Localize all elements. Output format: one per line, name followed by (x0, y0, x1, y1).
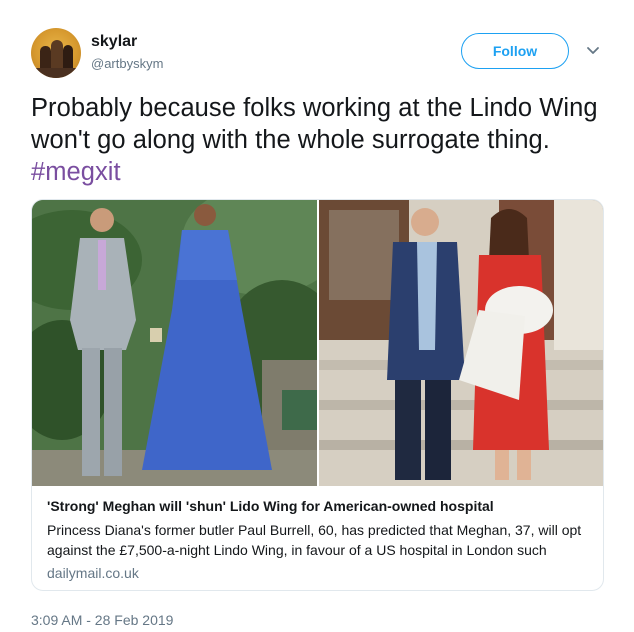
avatar-figure (51, 40, 63, 70)
chevron-down-icon[interactable] (586, 45, 600, 57)
card-domain[interactable]: dailymail.co.uk (47, 565, 139, 581)
card-photo-right (319, 200, 603, 486)
timestamp[interactable]: 3:09 AM - 28 Feb 2019 (31, 612, 173, 628)
card-image[interactable] (32, 200, 603, 486)
hashtag-link[interactable]: #megxit (31, 158, 121, 186)
follow-button[interactable]: Follow (461, 33, 569, 69)
user-name[interactable]: skylar (91, 33, 137, 51)
tweet-body: Probably because folks working at the Li… (31, 94, 598, 154)
tweet-text: Probably because folks working at the Li… (31, 92, 606, 188)
avatar-figure (40, 46, 51, 70)
avatar[interactable] (31, 28, 81, 78)
avatar-figure (63, 45, 73, 70)
card-photo-left (32, 200, 317, 486)
avatar-base (35, 68, 77, 78)
card-description: Princess Diana's former butler Paul Burr… (47, 522, 582, 558)
link-card[interactable]: 'Strong' Meghan will 'shun' Lido Wing fo… (31, 199, 604, 591)
card-title[interactable]: 'Strong' Meghan will 'shun' Lido Wing fo… (47, 498, 494, 514)
user-handle[interactable]: @artbyskym (91, 56, 163, 71)
